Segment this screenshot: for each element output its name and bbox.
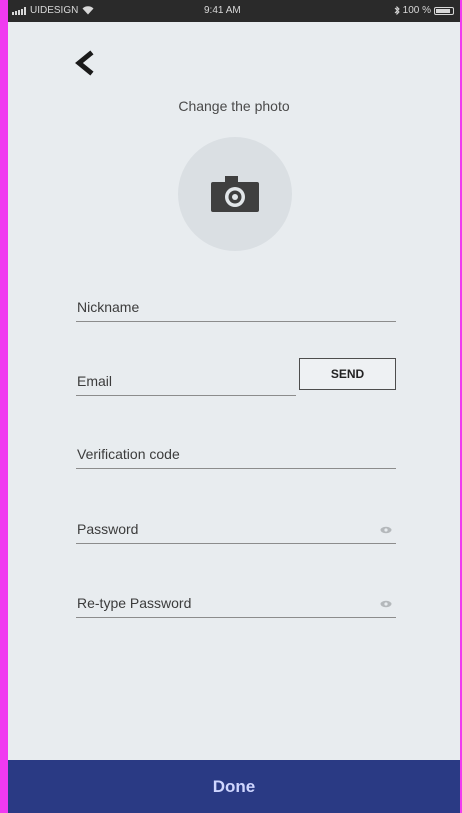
verification-code-placeholder: Verification code — [77, 446, 180, 462]
chevron-left-icon — [75, 50, 94, 76]
nickname-placeholder: Nickname — [77, 299, 140, 315]
password-field[interactable]: Password — [76, 513, 396, 544]
carrier-group: UIDESIGN — [12, 5, 94, 16]
status-bar: UIDESIGN 9:41 AM 100 % — [8, 0, 460, 22]
verification-code-field[interactable]: Verification code — [76, 438, 396, 469]
email-field[interactable]: Email — [76, 365, 296, 396]
password-placeholder: Password — [77, 521, 139, 537]
retype-password-field[interactable]: Re-type Password — [76, 587, 396, 618]
email-placeholder: Email — [77, 373, 113, 389]
done-button[interactable]: Done — [8, 760, 460, 813]
camera-icon — [211, 176, 259, 212]
battery-percent: 100 % — [402, 5, 431, 16]
nickname-field[interactable]: Nickname — [76, 291, 396, 322]
wifi-icon — [82, 6, 94, 15]
carrier-name: UIDESIGN — [30, 5, 79, 16]
retype-password-placeholder: Re-type Password — [77, 595, 192, 611]
battery-group: 100 % — [394, 5, 454, 16]
eye-icon[interactable] — [380, 526, 392, 534]
change-photo-label[interactable]: Change the photo — [8, 98, 460, 114]
signal-icon — [12, 6, 26, 15]
status-time: 9:41 AM — [204, 5, 241, 16]
bluetooth-icon — [394, 6, 400, 15]
done-label: Done — [212, 776, 256, 796]
back-button[interactable] — [70, 48, 100, 78]
phone-screen: UIDESIGN 9:41 AM 100 % Change the photo — [8, 0, 460, 813]
eye-icon[interactable] — [380, 600, 392, 608]
send-button[interactable]: SEND — [299, 358, 396, 390]
photo-picker-button[interactable] — [178, 137, 292, 251]
battery-icon — [434, 6, 454, 15]
